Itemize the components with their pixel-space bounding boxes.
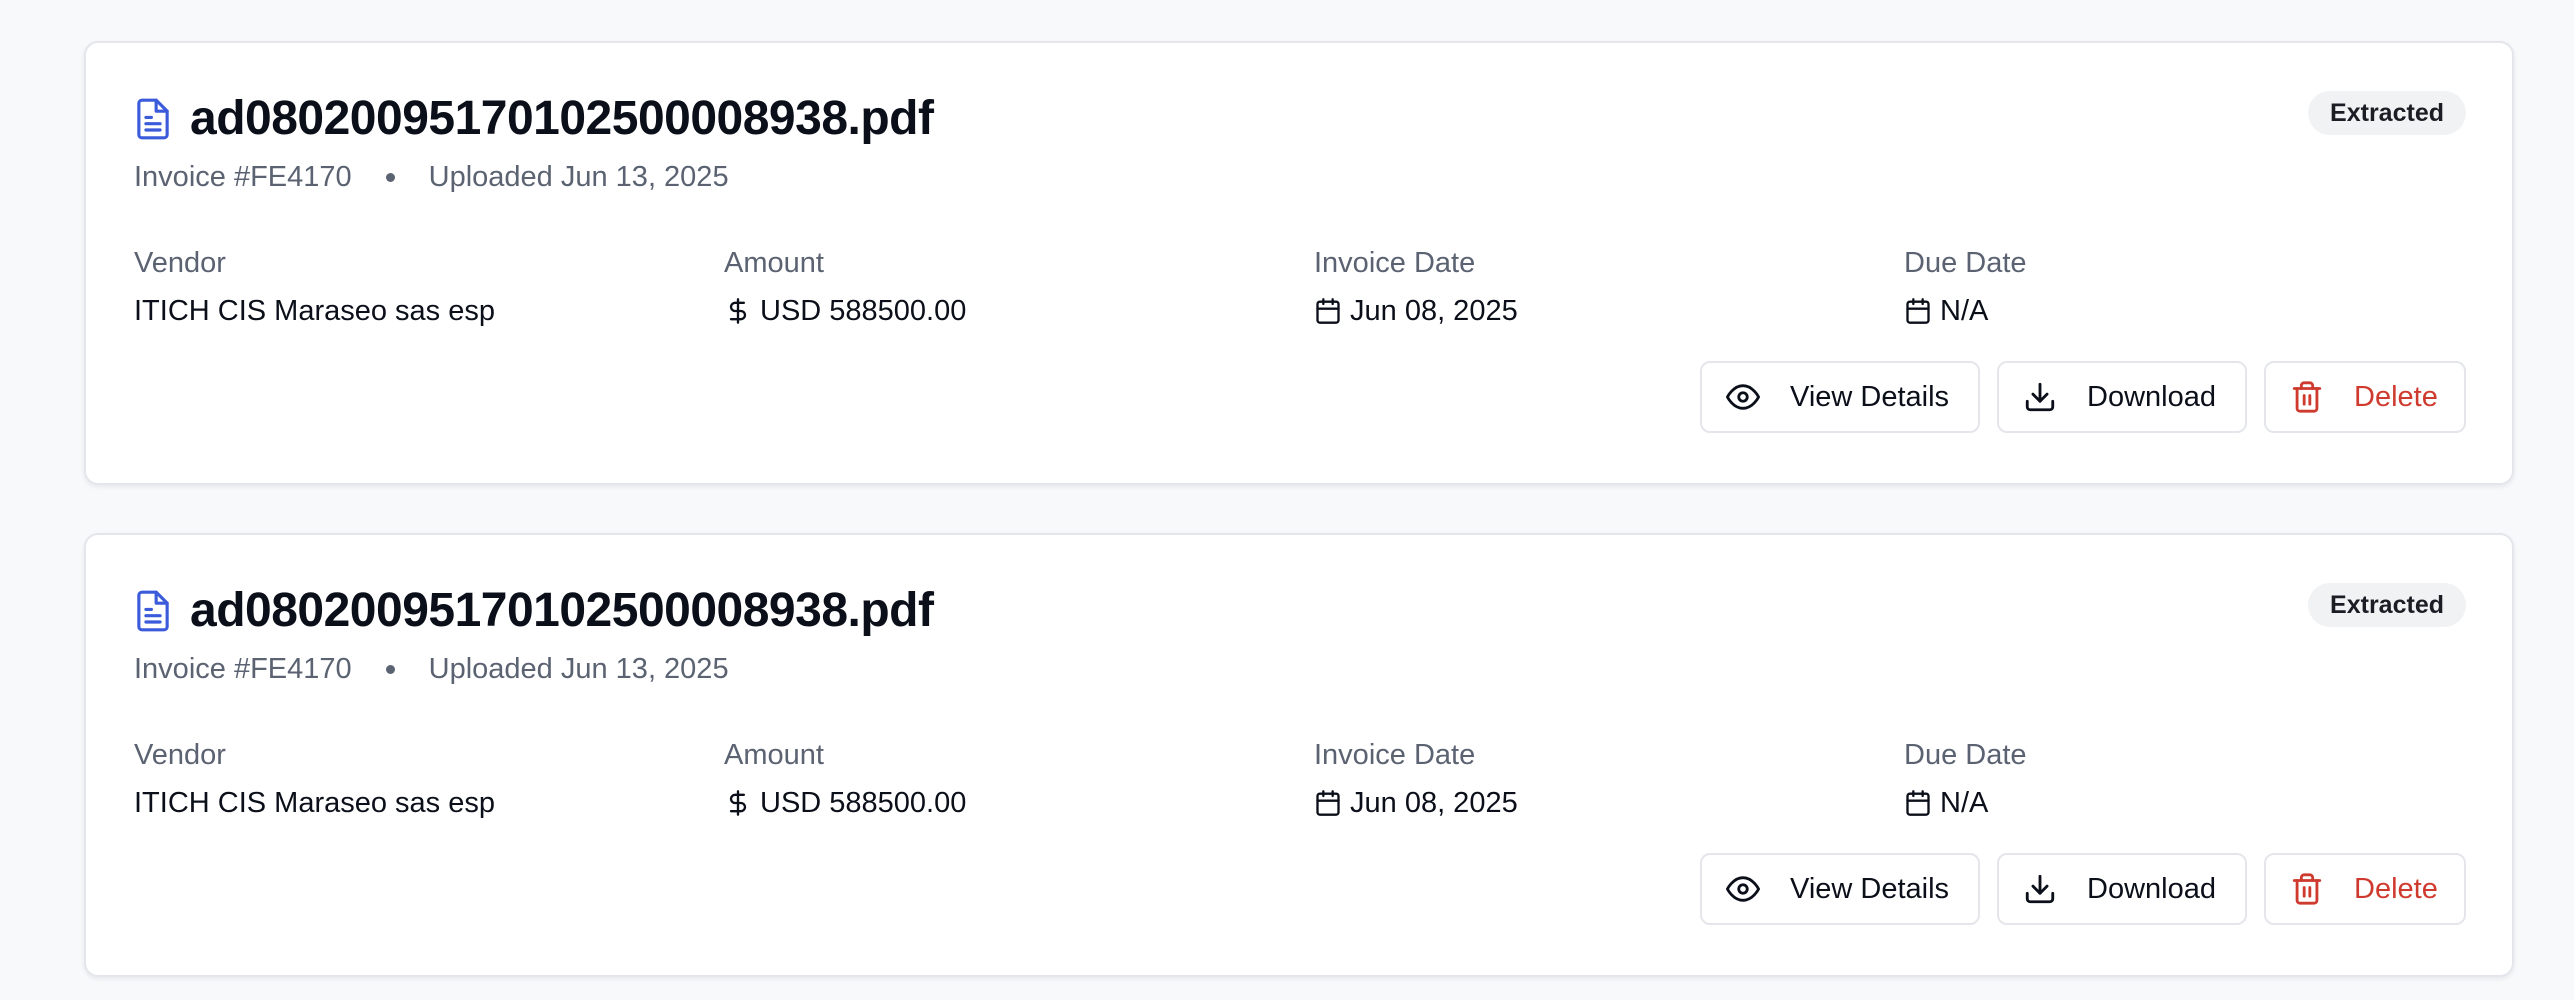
calendar-icon [1316,298,1340,324]
calendar-icon [1906,790,1930,816]
view-details-button[interactable]: View Details [1700,361,1980,433]
invoice-meta: Invoice #FE4170 Uploaded Jun 13, 2025 [134,159,729,195]
due-date-label: Due Date [1904,739,2027,771]
delete-label: Delete [2354,872,2438,905]
due-date-value-row: N/A [1904,293,2494,329]
invoice-list: ad08020095170102500008938.pdf Extracted … [0,0,2574,1000]
due-date-value-row: N/A [1904,785,2494,821]
vendor-value: ITICH CIS Maraseo sas esp [134,295,495,327]
status-badge: Extracted [2308,583,2466,627]
view-details-button[interactable]: View Details [1700,853,1980,925]
download-button[interactable]: Download [1997,361,2247,433]
file-name: ad08020095170102500008938.pdf [190,92,934,145]
invoice-title-row: ad08020095170102500008938.pdf [134,583,934,639]
delete-label: Delete [2354,380,2438,413]
upload-date: Uploaded Jun 13, 2025 [428,653,729,685]
vendor-field: Vendor ITICH CIS Maraseo sas esp [134,737,724,821]
trash-icon [2292,381,2322,413]
vendor-label: Vendor [134,739,226,771]
dollar-icon [729,790,747,816]
delete-button[interactable]: Delete [2264,853,2466,925]
meta-separator [385,172,395,182]
amount-label: Amount [724,739,824,771]
calendar-icon [1906,298,1930,324]
eye-icon [1726,384,1760,410]
download-label: Download [2087,872,2216,905]
due-date-field: Due Date N/A [1904,737,2494,821]
upload-date: Uploaded Jun 13, 2025 [428,161,729,193]
download-label: Download [2087,380,2216,413]
vendor-value-row: ITICH CIS Maraseo sas esp [134,785,724,821]
amount-value-row: USD 588500.00 [724,785,1314,821]
download-icon [2025,874,2055,904]
invoice-card: ad08020095170102500008938.pdf Extracted … [84,533,2514,977]
invoice-number: Invoice #FE4170 [134,653,352,685]
invoice-date-field: Invoice Date Jun 08, 2025 [1314,737,1904,821]
invoice-date-field: Invoice Date Jun 08, 2025 [1314,245,1904,329]
amount-value: USD 588500.00 [760,787,967,819]
file-text-icon [137,98,169,140]
due-date-value: N/A [1940,787,1989,819]
invoice-date-value: Jun 08, 2025 [1350,295,1518,327]
card-actions: View Details Download Delete [1700,853,2466,925]
view-details-label: View Details [1790,872,1950,905]
vendor-value-row: ITICH CIS Maraseo sas esp [134,293,724,329]
view-details-label: View Details [1790,380,1950,413]
invoice-number: Invoice #FE4170 [134,161,352,193]
trash-icon [2292,873,2322,905]
invoice-fields: Vendor ITICH CIS Maraseo sas esp Amount … [134,245,2494,329]
due-date-value: N/A [1940,295,1989,327]
amount-field: Amount USD 588500.00 [724,737,1314,821]
invoice-card: ad08020095170102500008938.pdf Extracted … [84,41,2514,485]
meta-separator [385,664,395,674]
invoice-date-label: Invoice Date [1314,247,1476,279]
amount-field: Amount USD 588500.00 [724,245,1314,329]
due-date-field: Due Date N/A [1904,245,2494,329]
amount-value-row: USD 588500.00 [724,293,1314,329]
eye-icon [1726,876,1760,902]
invoice-fields: Vendor ITICH CIS Maraseo sas esp Amount … [134,737,2494,821]
dollar-icon [729,298,747,324]
invoice-title-row: ad08020095170102500008938.pdf [134,91,934,147]
delete-button[interactable]: Delete [2264,361,2466,433]
invoice-date-value-row: Jun 08, 2025 [1314,785,1904,821]
invoice-meta: Invoice #FE4170 Uploaded Jun 13, 2025 [134,651,729,687]
vendor-label: Vendor [134,247,226,279]
status-badge: Extracted [2308,91,2466,135]
file-name: ad08020095170102500008938.pdf [190,584,934,637]
vendor-field: Vendor ITICH CIS Maraseo sas esp [134,245,724,329]
due-date-label: Due Date [1904,247,2027,279]
amount-label: Amount [724,247,824,279]
download-button[interactable]: Download [1997,853,2247,925]
invoice-date-value: Jun 08, 2025 [1350,787,1518,819]
vendor-value: ITICH CIS Maraseo sas esp [134,787,495,819]
invoice-date-label: Invoice Date [1314,739,1476,771]
calendar-icon [1316,790,1340,816]
download-icon [2025,382,2055,412]
file-text-icon [137,590,169,632]
invoice-date-value-row: Jun 08, 2025 [1314,293,1904,329]
card-actions: View Details Download Delete [1700,361,2466,433]
amount-value: USD 588500.00 [760,295,967,327]
